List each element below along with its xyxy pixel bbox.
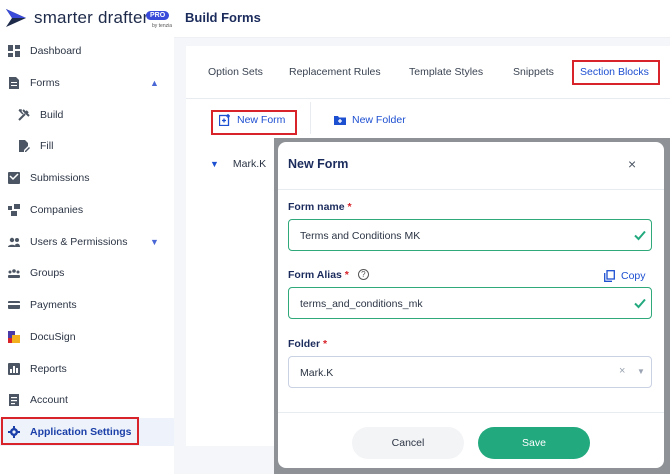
sidebar-item-companies[interactable]: Companies (0, 196, 174, 224)
tab-replacement-rules[interactable]: Replacement Rules (289, 66, 381, 78)
chevron-down-icon[interactable]: ▼ (150, 237, 159, 247)
tab-template-styles[interactable]: Template Styles (409, 66, 483, 78)
modal-title: New Form (288, 157, 349, 171)
groups-icon (8, 269, 20, 278)
document-icon (9, 77, 19, 89)
account-icon (9, 394, 19, 406)
tab-option-sets[interactable]: Option Sets (208, 66, 263, 78)
sidebar-item-users-permissions[interactable]: Users & Permissions ▼ (0, 228, 174, 256)
companies-icon (8, 204, 20, 216)
toolbar-divider (310, 102, 311, 134)
help-icon[interactable]: ? (357, 269, 369, 280)
new-folder-label: New Folder (352, 114, 406, 126)
divider (186, 98, 670, 99)
highlight-box-application-settings (1, 417, 139, 445)
sidebar-item-fill[interactable]: Fill (0, 132, 174, 160)
sidebar-item-label: DocuSign (30, 331, 76, 343)
chevron-down-icon[interactable]: ▼ (210, 159, 219, 169)
sidebar-item-label: Payments (30, 299, 77, 311)
sidebar-item-dashboard[interactable]: Dashboard (0, 37, 174, 65)
form-name-input[interactable]: Terms and Conditions MK (288, 219, 652, 251)
divider (278, 189, 664, 190)
form-alias-value: terms_and_conditions_mk (300, 298, 423, 310)
logo-icon (6, 9, 26, 27)
app-logo[interactable]: smarter drafter PRO by tenzia (6, 5, 176, 31)
dashboard-icon (8, 45, 20, 57)
logo-byline: by tenzia (152, 23, 173, 29)
logo-pro-badge: PRO (146, 11, 170, 20)
new-folder-button[interactable]: New Folder (334, 114, 406, 126)
sidebar: smarter drafter PRO by tenzia Dashboard … (0, 0, 174, 474)
clear-icon[interactable]: × (619, 365, 625, 377)
sidebar-item-label: Users & Permissions (30, 236, 128, 248)
highlight-box-new-form (211, 110, 297, 135)
form-alias-input[interactable]: terms_and_conditions_mk (288, 287, 652, 319)
sidebar-item-submissions[interactable]: Submissions (0, 164, 174, 192)
check-icon (634, 298, 646, 309)
required-marker: * (344, 269, 349, 281)
new-form-modal: New Form × Form name * Terms and Conditi… (278, 142, 664, 468)
form-name-value: Terms and Conditions MK (300, 230, 421, 242)
highlight-box-section-blocks (572, 60, 660, 85)
sidebar-item-label: Account (30, 394, 68, 406)
page-header: Build Forms (174, 0, 670, 38)
sidebar-item-label: Reports (30, 363, 67, 375)
docusign-icon (8, 331, 20, 343)
inbox-icon (8, 172, 20, 184)
folder-select[interactable]: Mark.K × ▼ (288, 356, 652, 388)
new-folder-icon (334, 116, 346, 125)
sidebar-item-forms[interactable]: Forms ▲ (0, 69, 174, 97)
users-icon (8, 237, 20, 247)
sidebar-item-build[interactable]: Build (0, 101, 174, 129)
sidebar-item-label: Dashboard (30, 45, 82, 57)
cancel-button[interactable]: Cancel (352, 427, 464, 459)
sidebar-item-label: Companies (30, 204, 84, 216)
sidebar-item-label: Fill (40, 140, 54, 152)
form-name-label: Form name * (288, 201, 352, 213)
sidebar-item-label: Groups (30, 267, 65, 279)
sidebar-item-label: Build (40, 109, 64, 121)
sidebar-item-groups[interactable]: Groups (0, 259, 174, 287)
save-button[interactable]: Save (478, 427, 590, 459)
required-marker: * (347, 201, 352, 213)
required-marker: * (323, 338, 328, 350)
folder-name: Mark.K (232, 158, 267, 170)
copy-label: Copy (621, 270, 646, 282)
form-alias-label: Form Alias * ? (288, 269, 369, 281)
folder-select-value: Mark.K (300, 367, 334, 379)
folder-tree-item[interactable]: ▼ Mark.K (210, 158, 266, 170)
divider (278, 412, 664, 413)
tools-icon (18, 109, 30, 121)
close-icon[interactable]: × (628, 156, 636, 172)
sidebar-item-label: Submissions (30, 172, 90, 184)
reports-icon (8, 363, 20, 375)
logo-text: smarter drafter (34, 8, 149, 27)
sidebar-item-account[interactable]: Account (0, 386, 174, 414)
chevron-up-icon[interactable]: ▲ (150, 78, 159, 88)
copy-button[interactable]: Copy (604, 270, 646, 282)
copy-icon (604, 270, 615, 282)
chevron-down-icon[interactable]: ▼ (637, 367, 645, 376)
tab-snippets[interactable]: Snippets (513, 66, 554, 78)
sidebar-item-docusign[interactable]: DocuSign (0, 323, 174, 351)
folder-label: Folder * (288, 338, 328, 350)
payment-icon (8, 301, 20, 309)
sidebar-item-reports[interactable]: Reports (0, 355, 174, 383)
page-title: Build Forms (185, 10, 261, 25)
sidebar-item-label: Forms (30, 77, 60, 89)
sidebar-item-payments[interactable]: Payments (0, 291, 174, 319)
check-icon (634, 230, 646, 241)
edit-document-icon (19, 140, 30, 152)
